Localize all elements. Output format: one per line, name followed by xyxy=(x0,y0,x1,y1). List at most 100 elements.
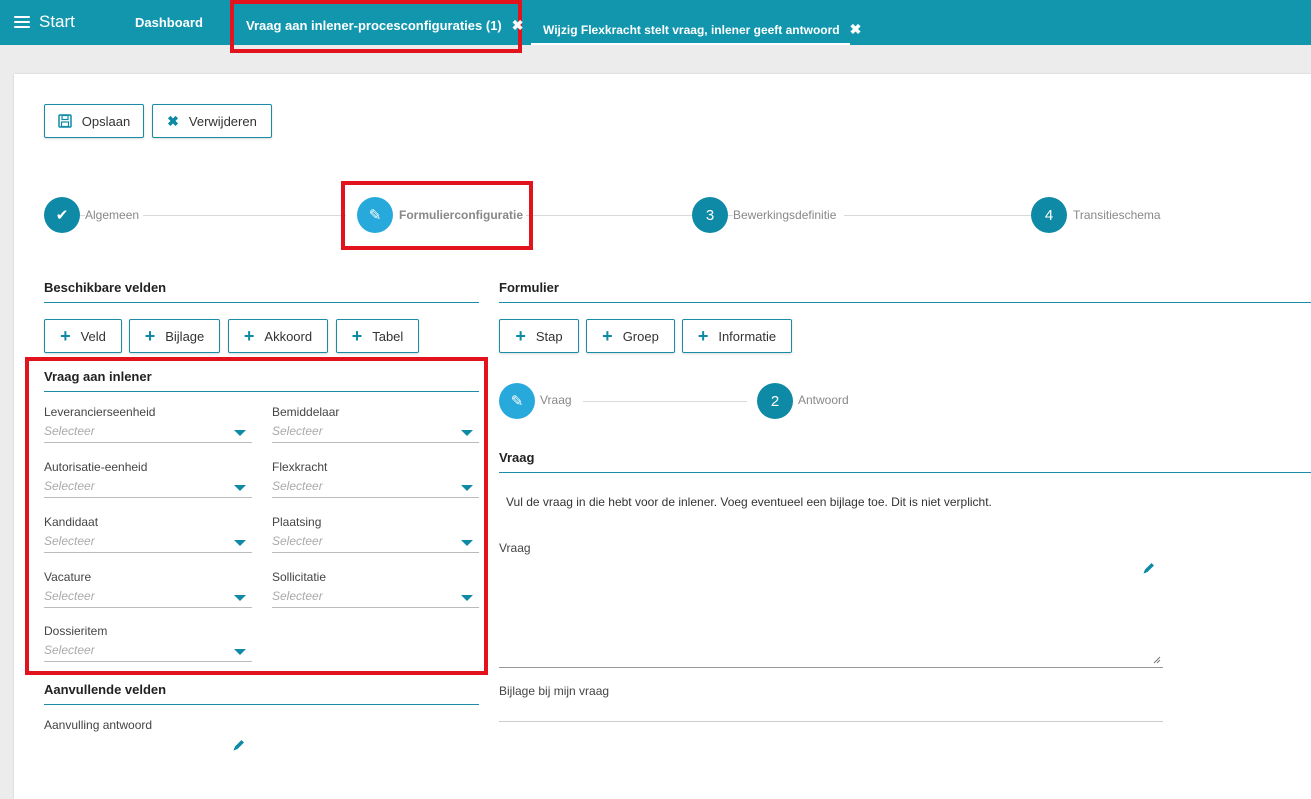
substep-vraag-pencil-icon[interactable]: ✎ xyxy=(499,383,535,419)
step-bewerking-number[interactable]: 3 xyxy=(692,197,728,233)
substep-vraag-label: Vraag xyxy=(540,393,572,407)
tab-label: Vraag aan inlener-procesconfiguraties (1… xyxy=(246,18,502,33)
field-label: Plaatsing xyxy=(272,515,322,529)
caret-down-icon xyxy=(461,595,473,601)
placeholder: Selecteer xyxy=(272,424,323,438)
field-label: Vraag xyxy=(499,541,531,555)
caret-down-icon xyxy=(234,595,246,601)
placeholder: Selecteer xyxy=(44,479,95,493)
caret-down-icon xyxy=(234,649,246,655)
button-label: Stap xyxy=(535,328,563,344)
field-label: Sollicitatie xyxy=(272,570,327,584)
available-fields-title: Beschikbare velden xyxy=(44,280,167,295)
plus-icon: + xyxy=(60,326,71,346)
edit-pencil-icon[interactable] xyxy=(232,738,246,752)
add-akkoord-button[interactable]: + Akkoord xyxy=(228,319,328,353)
extra-fields-title: Aanvullende velden xyxy=(44,682,167,697)
vraag-section-title: Vraag xyxy=(499,450,535,465)
step-algemeen-label: Algemeen xyxy=(85,208,144,222)
caret-down-icon xyxy=(461,430,473,436)
floppy-disk-icon xyxy=(58,114,72,128)
close-icon[interactable]: ✖ xyxy=(512,17,524,34)
plus-icon: + xyxy=(515,326,526,346)
save-button[interactable]: Opslaan xyxy=(44,104,144,138)
stepper-line xyxy=(526,215,692,216)
step-formulier-pencil-icon[interactable]: ✎ xyxy=(357,197,393,233)
section-divider xyxy=(44,704,479,705)
add-bijlage-button[interactable]: + Bijlage xyxy=(129,319,220,353)
group-title: Vraag aan inlener xyxy=(44,369,152,384)
plus-icon: + xyxy=(144,326,156,346)
tab-dashboard[interactable]: Dashboard xyxy=(135,15,203,30)
caret-down-icon xyxy=(234,430,246,436)
kandidaat-select[interactable]: Selecteer xyxy=(44,533,252,553)
section-divider xyxy=(499,302,1311,303)
button-label: Groep xyxy=(622,328,659,344)
field-label: Dossieritem xyxy=(44,624,108,638)
step-formulier-label: Formulierconfiguratie xyxy=(399,208,524,222)
placeholder: Selecteer xyxy=(44,643,95,657)
tab-procesconfiguraties[interactable]: Vraag aan inlener-procesconfiguraties (1… xyxy=(230,0,524,53)
tab-label: Wijzig Flexkracht stelt vraag, inlener g… xyxy=(543,22,840,37)
stepper-line xyxy=(846,215,1031,216)
button-label: Bijlage xyxy=(165,328,205,344)
step-algemeen-check-icon[interactable]: ✔ xyxy=(44,197,80,233)
caret-down-icon xyxy=(234,540,246,546)
field-label: Autorisatie-eenheid xyxy=(44,460,148,474)
leverancierseenheid-select[interactable]: Selecteer xyxy=(44,423,252,443)
add-stap-button[interactable]: + Stap xyxy=(499,319,579,353)
top-bar: Start Dashboard Vraag aan inlener-proces… xyxy=(0,0,1311,53)
hamburger-icon xyxy=(14,16,30,28)
start-label: Start xyxy=(39,12,75,31)
caret-down-icon xyxy=(234,485,246,491)
instruction-text: Vul de vraag in die hebt voor de inlener… xyxy=(506,495,992,509)
placeholder: Selecteer xyxy=(44,534,95,548)
section-divider xyxy=(44,391,479,392)
dossieritem-select[interactable]: Selecteer xyxy=(44,642,252,662)
placeholder: Selecteer xyxy=(272,479,323,493)
resize-handle-icon[interactable] xyxy=(1153,656,1161,664)
button-label: Tabel xyxy=(372,328,404,344)
field-label: Kandidaat xyxy=(44,515,99,529)
button-label: Akkoord xyxy=(264,328,313,344)
close-icon: ✖ xyxy=(167,112,179,129)
bemiddelaar-select[interactable]: Selecteer xyxy=(272,423,479,443)
delete-button[interactable]: ✖ Verwijderen xyxy=(152,104,272,138)
section-divider xyxy=(499,472,1311,473)
plus-icon: + xyxy=(602,326,613,346)
add-informatie-button[interactable]: + Informatie xyxy=(682,319,792,353)
step-transitie-number[interactable]: 4 xyxy=(1031,197,1067,233)
placeholder: Selecteer xyxy=(44,589,95,603)
delete-label: Verwijderen xyxy=(188,113,257,129)
field-label: Bijlage bij mijn vraag xyxy=(499,684,610,698)
placeholder: Selecteer xyxy=(272,589,323,603)
form-title: Formulier xyxy=(499,280,559,295)
vraag-textarea[interactable] xyxy=(499,560,1163,668)
caret-down-icon xyxy=(461,540,473,546)
plaatsing-select[interactable]: Selecteer xyxy=(272,533,479,553)
placeholder: Selecteer xyxy=(272,534,323,548)
close-icon[interactable]: ✖ xyxy=(850,21,862,38)
field-label: Flexkracht xyxy=(272,460,328,474)
tab-wijzig-flexkracht[interactable]: Wijzig Flexkracht stelt vraag, inlener g… xyxy=(531,0,861,45)
substep-line xyxy=(583,401,747,402)
save-label: Opslaan xyxy=(81,113,131,129)
add-groep-button[interactable]: + Groep xyxy=(586,319,675,353)
plus-icon: + xyxy=(697,326,709,346)
sollicitatie-select[interactable]: Selecteer xyxy=(272,588,479,608)
flexkracht-select[interactable]: Selecteer xyxy=(272,478,479,498)
step-bewerking-label: Bewerkingsdefinitie xyxy=(733,208,845,222)
add-tabel-button[interactable]: + Tabel xyxy=(336,319,419,353)
field-label: Bemiddelaar xyxy=(272,405,340,419)
substep-antwoord-number[interactable]: 2 xyxy=(757,383,793,419)
bijlage-input[interactable] xyxy=(499,702,1163,722)
add-veld-button[interactable]: + Veld xyxy=(44,319,122,353)
autorisatie-eenheid-select[interactable]: Selecteer xyxy=(44,478,252,498)
button-label: Veld xyxy=(80,328,106,344)
start-menu-button[interactable]: Start xyxy=(14,12,75,32)
vacature-select[interactable]: Selecteer xyxy=(44,588,252,608)
placeholder: Selecteer xyxy=(44,424,95,438)
button-label: Informatie xyxy=(718,328,777,344)
field-label: Leverancierseenheid xyxy=(44,405,156,419)
caret-down-icon xyxy=(461,485,473,491)
